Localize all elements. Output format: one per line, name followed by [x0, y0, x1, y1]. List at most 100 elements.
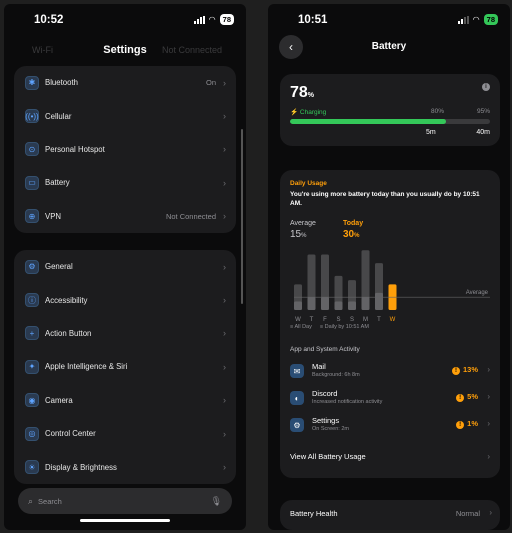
bolt-icon: ⚡ [290, 109, 299, 116]
today-label: Today [343, 220, 364, 227]
app-row-settings[interactable]: ⚙ Settings On Screen: 2m ! 1% › [290, 414, 490, 438]
display-icon: ☀ [25, 460, 39, 475]
page-title: Settings [103, 44, 147, 56]
status-time: 10:52 [34, 14, 64, 26]
settings-row-accessibility[interactable]: ⓘ Accessibility › [14, 283, 236, 316]
bar-by-time-0 [294, 301, 302, 310]
bar-by-time-5 [361, 297, 370, 310]
app-percentage: ! 5% [456, 392, 478, 402]
chevron-right-icon: › [487, 419, 490, 428]
app-row-discord[interactable]: ◐ Discord Increased notification activity!… [290, 387, 490, 411]
legend-by-time: ≡ Daily by 10:51 AM [319, 324, 369, 330]
warning-icon: ! [456, 421, 465, 429]
row-label: Apple Intelligence & Siri [45, 362, 128, 372]
search-bar[interactable]: ⌕ Search 🎙 [18, 488, 232, 514]
row-label: Personal Hotspot [45, 144, 105, 154]
settings-row-camera[interactable]: ◉ Camera › [14, 384, 236, 417]
status-time: 10:51 [298, 14, 328, 26]
battery-status-icon: 78 [483, 14, 498, 25]
bar-by-time-4 [348, 301, 356, 310]
x-tick-label: T [377, 317, 381, 323]
settings-row-cellular[interactable]: ((•)) Cellular › [14, 99, 236, 132]
x-tick-label: S [336, 317, 340, 323]
row-label: Battery [45, 178, 70, 188]
settings-row-action-button[interactable]: + Action Button › [14, 317, 236, 350]
scrollbar[interactable] [241, 129, 243, 304]
row-value: Not Connected [165, 211, 216, 221]
x-tick-label: T [310, 317, 314, 323]
app-name: Mail [312, 362, 326, 371]
chevron-right-icon: › [223, 177, 226, 188]
average-line-label: Average [466, 290, 489, 296]
app-subtitle: Background: 6h 8m [312, 372, 360, 378]
status-bar: 10:51 ◠ 78 [268, 4, 510, 36]
wifi-icon: ◠ [472, 15, 480, 24]
action-button-icon: + [25, 326, 39, 341]
row-label: Accessibility [45, 295, 88, 305]
control-center-icon: ◎ [25, 426, 39, 441]
bluetooth-icon: ✱ [25, 75, 39, 90]
app-name: Settings [312, 416, 340, 425]
hotspot-icon: ⊙ [25, 142, 39, 157]
battery-health-label: Battery Health [290, 509, 338, 518]
usage-chart: W T F S S M T W Average [294, 250, 490, 323]
bar-by-time-6 [375, 292, 383, 310]
settings-row-bluetooth[interactable]: ✱ Bluetooth On › [14, 66, 236, 99]
chart-legend: ≡ All Day ≡ Daily by 10:51 AM [290, 324, 369, 330]
chevron-right-icon: › [223, 462, 226, 473]
row-label: Display & Brightness [45, 462, 117, 472]
settings-row-control-center[interactable]: ◎ Control Center › [14, 417, 236, 450]
battery-health-row[interactable]: Battery Health Normal › [280, 500, 500, 530]
search-placeholder: Search [38, 496, 62, 506]
daily-usage-card: Daily Usage You're using more battery to… [280, 170, 500, 478]
x-tick-label: F [323, 317, 327, 323]
bar-by-time-2 [321, 297, 329, 310]
app-percentage: ! 1% [456, 419, 478, 429]
battery-icon: ▭ [25, 175, 39, 190]
chevron-right-icon: › [223, 144, 226, 155]
settings-row-apple-intelligence-siri[interactable]: ✦ Apple Intelligence & Siri › [14, 350, 236, 383]
row-label: Action Button [45, 328, 92, 338]
signal-icon [457, 15, 469, 24]
chevron-right-icon: › [487, 365, 490, 374]
microphone-icon[interactable]: 🎙 [211, 496, 222, 507]
settings-row-personal-hotspot[interactable]: ⊙ Personal Hotspot › [14, 133, 236, 166]
charging-label: ⚡ Charging [290, 109, 327, 116]
chevron-right-icon: › [223, 328, 226, 339]
x-tick-label: W [390, 317, 396, 323]
app-subtitle: Increased notification activity [312, 399, 383, 405]
settings-row-vpn[interactable]: ⊕ VPN Not Connected › [14, 200, 236, 233]
chevron-right-icon: › [487, 452, 490, 461]
settings-row-display-brightness[interactable]: ☀ Display & Brightness › [14, 450, 236, 483]
charge-fill [290, 119, 446, 124]
daily-usage-title: Daily Usage [290, 180, 327, 187]
app-row-mail[interactable]: ✉ Mail Background: 6h 8m ! 13% › [290, 360, 490, 384]
chevron-right-icon: › [223, 261, 226, 272]
chevron-right-icon: › [223, 361, 226, 372]
daily-usage-text: You're using more battery today than you… [290, 191, 480, 207]
camera-icon: ◉ [25, 393, 39, 408]
bar-by-time-1 [307, 297, 316, 310]
warning-icon: ! [456, 394, 465, 402]
x-tick-label: M [363, 317, 368, 323]
view-all-battery-usage[interactable]: View All Battery Usage [290, 452, 366, 461]
search-icon: ⌕ [28, 495, 34, 506]
settings-row-battery[interactable]: ▭ Battery › [14, 166, 236, 199]
row-label: Control Center [45, 429, 96, 439]
row-label: Bluetooth [45, 78, 78, 88]
marker-95: 95% [476, 108, 490, 115]
time-to-95: 40m [476, 129, 490, 136]
status-bar: 10:52 ◠ 78 [4, 4, 246, 36]
page-title: Battery [371, 41, 407, 52]
general-icon: ⚙ [25, 259, 39, 274]
row-label: Camera [45, 395, 73, 405]
chevron-right-icon: › [223, 77, 226, 88]
info-icon[interactable]: i [482, 83, 490, 91]
settings-row-general[interactable]: ⚙ General › [14, 250, 236, 283]
wifi-icon: ◠ [208, 15, 216, 24]
connectivity-group: ✱ Bluetooth On › ((•)) Cellular › ⊙ Personal Hot… [14, 66, 236, 233]
battery-screen: 10:51 ◠ 78 ‹ Battery 78% i ⚡ Charging 80… [268, 4, 510, 530]
settings-screen: 10:52 ◠ 78 Wi-Fi Not Connected Settings … [4, 4, 246, 530]
accessibility-icon: ⓘ [25, 293, 39, 308]
row-label: General [45, 262, 73, 272]
